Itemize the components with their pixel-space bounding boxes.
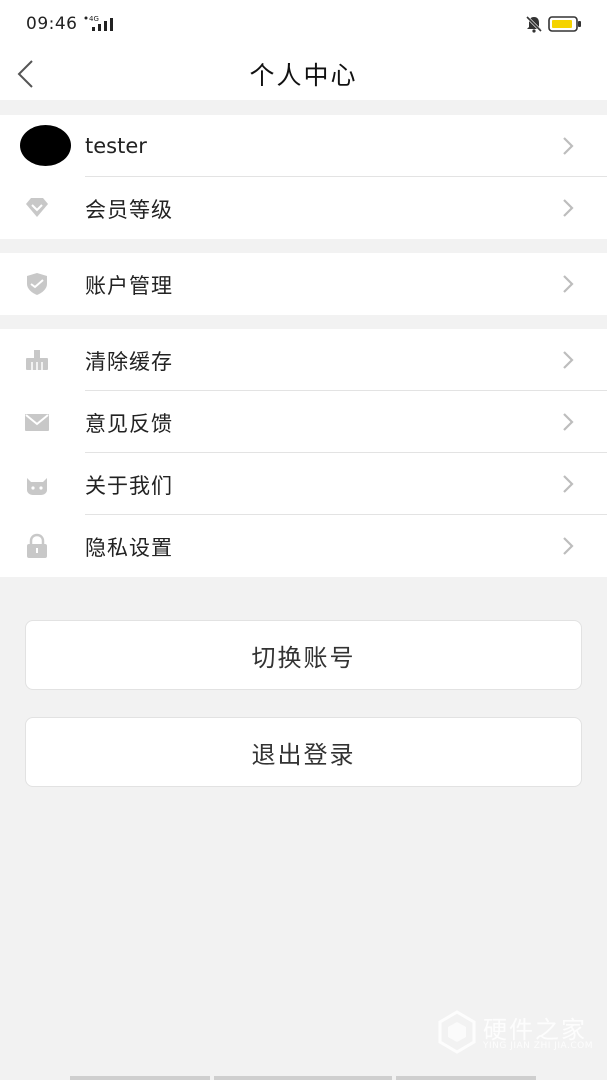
menu-item-label: 意见反馈 [85, 412, 173, 436]
avatar[interactable] [20, 125, 71, 166]
watermark: 硬件之家 YING JIAN ZHI JIA.COM [437, 1008, 597, 1058]
chevron-right-icon [563, 475, 574, 493]
chevron-right-icon [563, 137, 574, 155]
nav-bar: 个人中心 [0, 48, 607, 100]
watermark-subtitle: YING JIAN ZHI JIA.COM [483, 1041, 594, 1051]
menu-item-member-level[interactable]: 会员等级 [0, 177, 607, 239]
page-title: 个人中心 [249, 61, 358, 90]
menu-item-about-us[interactable]: 关于我们 [0, 453, 607, 515]
switch-account-button[interactable]: 切换账号 [25, 620, 582, 690]
logout-button[interactable]: 退出登录 [25, 717, 582, 787]
menu-item-clear-cache[interactable]: 清除缓存 [0, 329, 607, 391]
lock-icon [27, 533, 47, 558]
watermark-title: 硬件之家 [483, 1016, 587, 1044]
menu-item-label: 关于我们 [85, 474, 173, 498]
profile-row[interactable]: tester [0, 115, 607, 177]
broom-icon [26, 350, 48, 370]
settings-group: 清除缓存 意见反馈 关于我们 隐私设置 [0, 329, 607, 577]
signal-icon: 4G [84, 15, 113, 31]
chevron-right-icon [563, 413, 574, 431]
mail-icon [25, 414, 49, 431]
bottom-strip [214, 1076, 392, 1080]
menu-item-account-management[interactable]: 账户管理 [0, 253, 607, 315]
network-type: 4G [89, 15, 99, 23]
chevron-right-icon [563, 351, 574, 369]
status-bar: 09:46 4G [0, 0, 607, 48]
menu-item-label: 清除缓存 [85, 350, 173, 374]
bottom-strip [396, 1076, 536, 1080]
menu-item-label: 隐私设置 [85, 536, 173, 560]
watermark-logo-icon [438, 1010, 476, 1054]
menu-item-privacy-settings[interactable]: 隐私设置 [0, 515, 607, 577]
menu-item-feedback[interactable]: 意见反馈 [0, 391, 607, 453]
status-time: 09:46 [26, 14, 78, 34]
shield-icon [27, 273, 47, 295]
diamond-icon [26, 198, 48, 217]
username: tester [85, 134, 147, 158]
chevron-right-icon [563, 275, 574, 293]
account-group: 账户管理 [0, 253, 607, 315]
mute-bell-icon [525, 15, 543, 33]
cat-icon [27, 478, 47, 495]
menu-item-label: 账户管理 [85, 274, 173, 298]
chevron-right-icon [563, 537, 574, 555]
chevron-right-icon [563, 199, 574, 217]
battery-icon [548, 16, 581, 32]
bottom-strip [70, 1076, 210, 1080]
profile-group: tester 会员等级 [0, 115, 607, 239]
menu-item-label: 会员等级 [85, 198, 173, 222]
